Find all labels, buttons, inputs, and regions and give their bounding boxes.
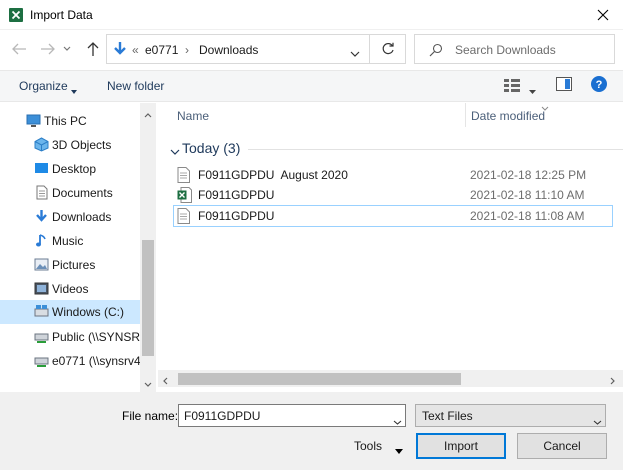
excel-app-icon — [8, 7, 24, 23]
music-icon — [34, 233, 49, 248]
video-icon — [34, 281, 49, 296]
nav-item-pictures[interactable]: Pictures — [0, 254, 140, 276]
column-header-name[interactable]: Name — [177, 109, 209, 123]
recent-locations-button[interactable] — [60, 38, 74, 60]
drive-icon — [34, 304, 49, 319]
breadcrumb-downloads[interactable]: Downloads — [199, 43, 258, 57]
nav-item-music[interactable]: Music — [0, 230, 140, 252]
view-dropdown-icon[interactable] — [529, 83, 536, 97]
import-button[interactable]: Import — [416, 433, 506, 459]
nav-item-3d-objects[interactable]: 3D Objects — [0, 134, 140, 156]
scroll-down-icon[interactable] — [144, 376, 152, 390]
file-type-select[interactable]: Text Files — [415, 404, 606, 427]
group-header-today[interactable]: Today (3) — [182, 140, 240, 156]
cube-icon — [34, 137, 49, 152]
close-button[interactable] — [588, 3, 618, 27]
group-collapse-icon[interactable] — [170, 144, 180, 158]
file-date: 2021-02-18 11:08 AM — [470, 209, 585, 223]
nav-item-e0771-network-drive[interactable]: e0771 (\\synsrv4 — [0, 350, 141, 372]
breadcrumb-separator-icon: › — [185, 43, 189, 57]
file-row[interactable]: F0911GDPDU 2021-02-18 11:10 AM — [173, 185, 613, 205]
preview-pane-button[interactable] — [556, 77, 572, 94]
refresh-button[interactable] — [370, 34, 406, 64]
nav-item-windows-c[interactable]: Windows (C:) — [0, 300, 140, 324]
view-list-icon — [504, 79, 520, 92]
column-header-date-modified[interactable]: Date modified — [471, 109, 545, 123]
up-arrow-icon — [87, 42, 99, 56]
forward-button[interactable] — [37, 38, 59, 60]
help-icon: ? — [591, 76, 607, 92]
organize-dropdown-icon — [71, 83, 77, 97]
cancel-button[interactable]: Cancel — [517, 433, 607, 459]
refresh-icon — [382, 42, 394, 55]
file-name-field[interactable]: F0911GDPDU — [178, 404, 406, 427]
search-placeholder: Search Downloads — [455, 43, 556, 57]
address-dropdown-button[interactable] — [350, 46, 360, 60]
chevron-down-icon — [63, 46, 71, 51]
file-name: F0911GDPDU August 2020 — [198, 168, 348, 182]
address-overflow[interactable]: « — [132, 43, 139, 57]
network-drive-icon — [34, 329, 49, 344]
scroll-left-icon[interactable] — [163, 374, 168, 388]
nav-item-videos[interactable]: Videos — [0, 278, 140, 300]
text-file-icon — [177, 167, 192, 183]
excel-file-icon — [177, 187, 192, 203]
file-name-value: F0911GDPDU — [184, 409, 261, 423]
tools-button[interactable]: Tools — [354, 439, 382, 453]
downloads-arrow-icon — [113, 41, 127, 60]
download-icon — [34, 209, 49, 224]
sort-indicator-icon — [541, 100, 549, 114]
back-arrow-icon — [12, 43, 26, 55]
file-row[interactable]: F0911GDPDU August 2020 2021-02-18 12:25 … — [173, 165, 613, 185]
file-date: 2021-02-18 12:25 PM — [470, 168, 587, 182]
group-divider — [248, 149, 623, 150]
pc-icon — [26, 113, 41, 128]
forward-arrow-icon — [41, 43, 55, 55]
view-options-button[interactable] — [504, 78, 520, 95]
file-name: F0911GDPDU — [198, 209, 275, 223]
address-bar[interactable]: « e0771 › Downloads — [106, 34, 370, 64]
file-name-label: File name: — [122, 409, 179, 423]
text-file-icon — [177, 208, 192, 224]
window-title: Import Data — [30, 8, 93, 22]
search-icon — [429, 43, 443, 60]
back-button[interactable] — [8, 38, 30, 60]
nav-item-desktop[interactable]: Desktop — [0, 158, 140, 180]
file-name-dropdown-icon[interactable] — [393, 414, 402, 428]
organize-button[interactable]: Organize — [19, 79, 68, 93]
nav-item-documents[interactable]: Documents — [0, 182, 140, 204]
file-list-scroll-thumb[interactable] — [178, 373, 461, 385]
file-row-focused[interactable]: F0911GDPDU 2021-02-18 11:08 AM — [173, 205, 613, 227]
document-icon — [34, 185, 49, 200]
network-drive-icon — [34, 353, 49, 368]
svg-text:?: ? — [596, 79, 603, 91]
help-button[interactable]: ? — [591, 76, 607, 95]
search-box[interactable]: Search Downloads — [414, 34, 615, 64]
file-date: 2021-02-18 11:10 AM — [470, 188, 585, 202]
chevron-down-icon — [593, 414, 602, 428]
chevron-down-icon — [350, 51, 360, 57]
file-name: F0911GDPDU — [198, 188, 275, 202]
scroll-up-icon[interactable] — [144, 107, 152, 121]
desktop-icon — [34, 161, 49, 176]
scroll-right-icon[interactable] — [610, 374, 615, 388]
nav-scroll-thumb[interactable] — [142, 240, 154, 356]
nav-item-downloads[interactable]: Downloads — [0, 206, 140, 228]
tools-dropdown-icon[interactable] — [395, 443, 403, 457]
column-divider[interactable] — [465, 103, 466, 127]
new-folder-button[interactable]: New folder — [107, 79, 164, 93]
close-icon — [597, 9, 609, 21]
up-button[interactable] — [82, 38, 104, 60]
preview-pane-icon — [556, 77, 572, 91]
nav-item-this-pc[interactable]: This PC — [0, 110, 140, 132]
file-type-value: Text Files — [422, 409, 473, 423]
nav-item-public-network-drive[interactable]: Public (\\SYNSRV — [0, 326, 142, 348]
title-bar — [0, 0, 623, 30]
breadcrumb-e0771[interactable]: e0771 — [145, 43, 178, 57]
picture-icon — [34, 257, 49, 272]
